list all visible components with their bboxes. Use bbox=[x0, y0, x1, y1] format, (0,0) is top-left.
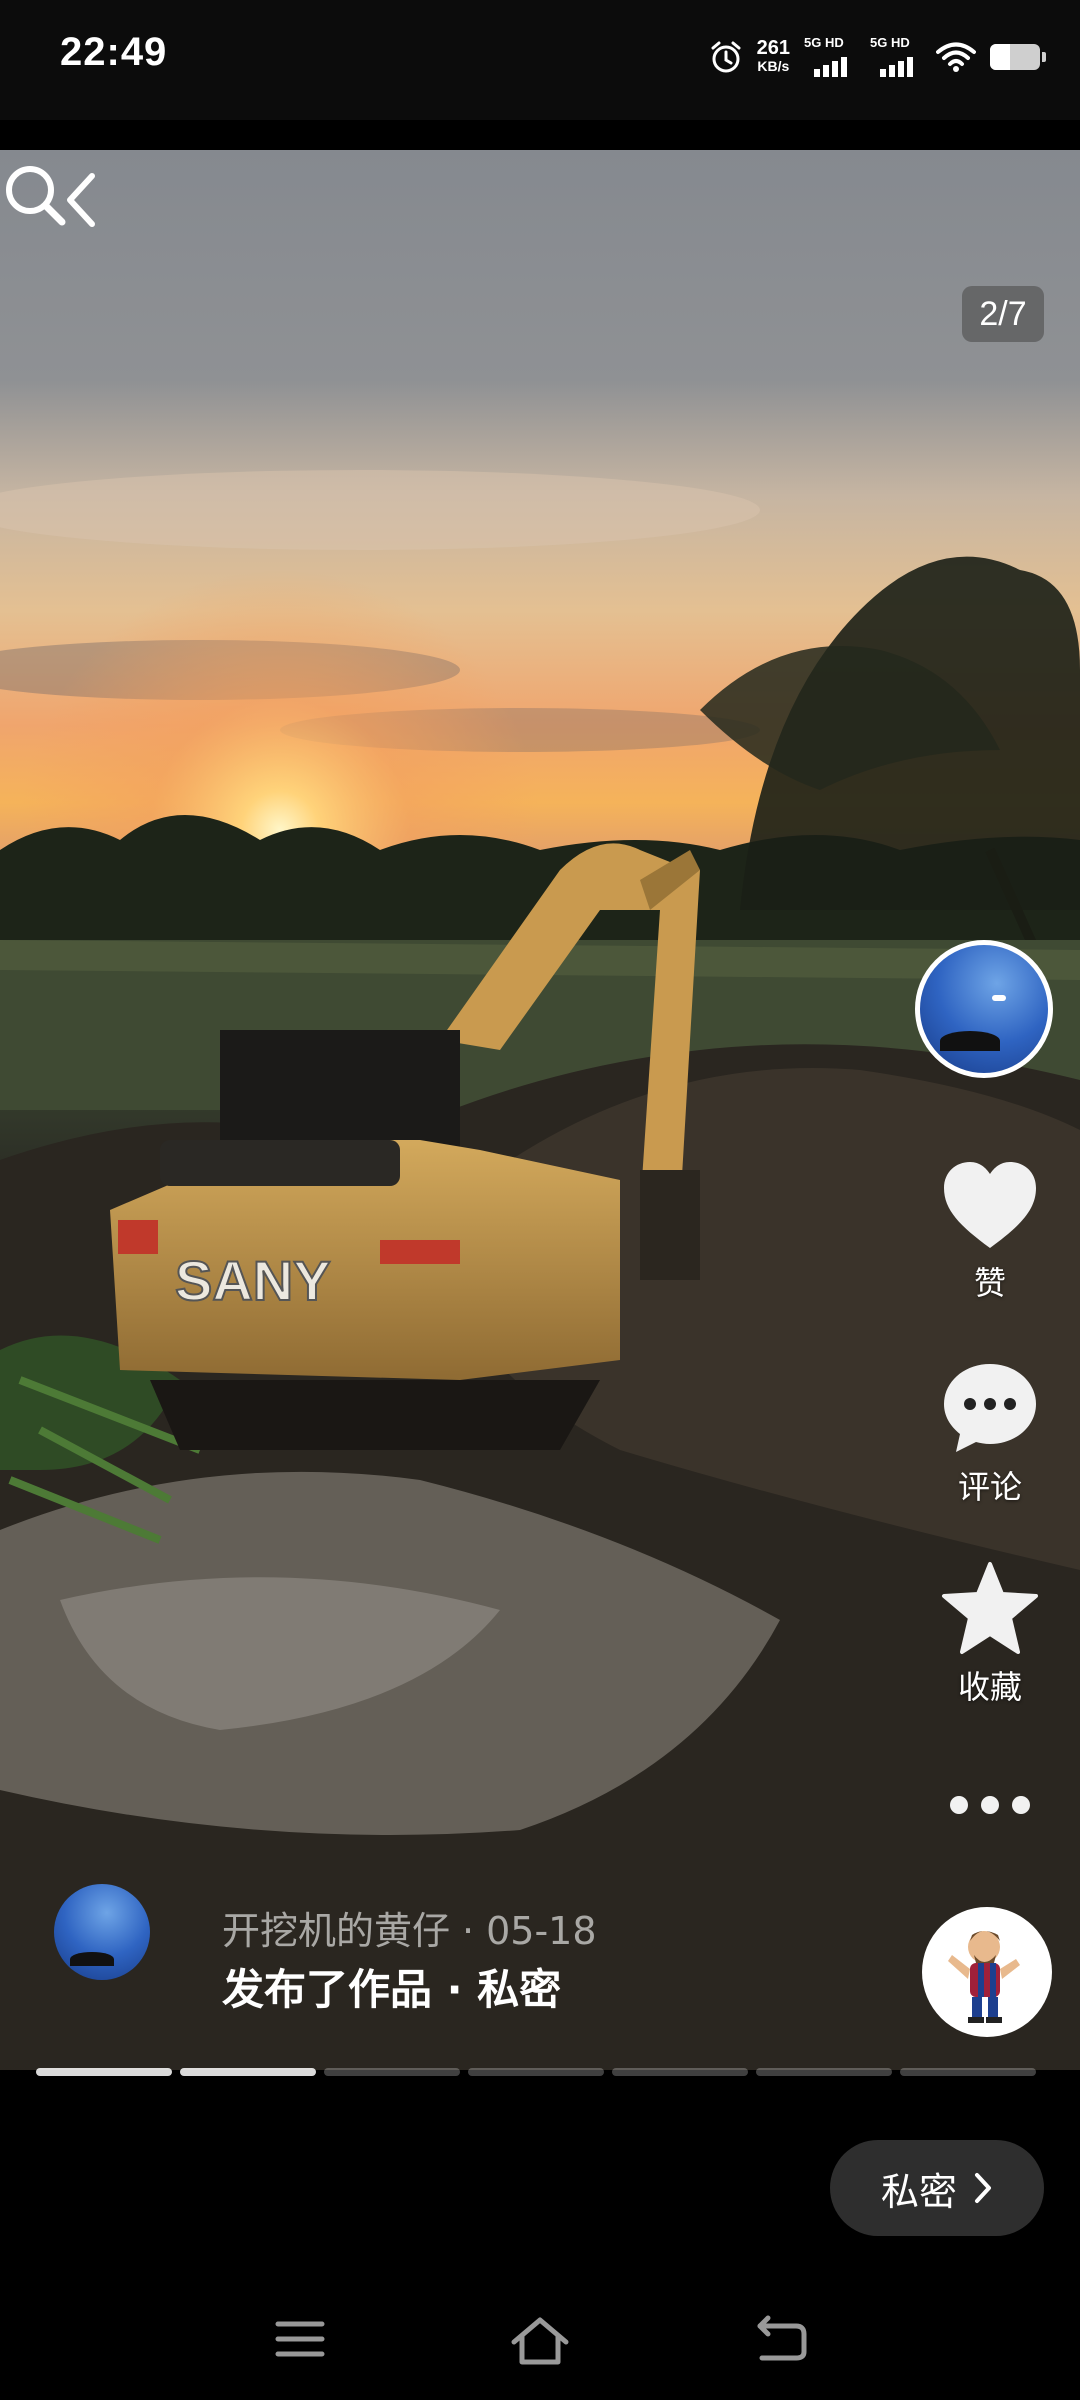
system-nav-bar bbox=[0, 2290, 1080, 2400]
comment-label: 评论 bbox=[957, 1468, 1022, 1506]
favorite-button[interactable]: 收藏 bbox=[925, 1560, 1055, 1708]
status-bar: 22:49 261 KB/s 5G HD 5G HD bbox=[0, 0, 1080, 120]
comment-icon bbox=[944, 1364, 1036, 1452]
signal-icon: 5G HD bbox=[870, 35, 922, 79]
comment-button[interactable]: 评论 bbox=[925, 1360, 1055, 1508]
network-speed-unit: KB/s bbox=[757, 58, 790, 74]
author-profile-avatar[interactable] bbox=[915, 940, 1053, 1078]
author-meta: 开挖机的黄仔 · 05-18 bbox=[222, 1900, 597, 1955]
progress-segment bbox=[612, 2068, 748, 2076]
post-status: 发布了作品 · 私密 bbox=[222, 1965, 562, 2014]
progress-segment bbox=[36, 2068, 172, 2076]
star-icon bbox=[942, 1562, 1038, 1654]
author-avatar[interactable] bbox=[54, 1884, 150, 1980]
status-time: 22:49 bbox=[60, 30, 168, 74]
wifi-icon bbox=[936, 42, 976, 72]
sim2-label: 5G HD bbox=[870, 35, 910, 50]
svg-text:SANY: SANY bbox=[175, 1249, 331, 1312]
privacy-label: 私密 bbox=[880, 2169, 957, 2214]
favorite-label: 收藏 bbox=[957, 1668, 1022, 1706]
progress-segment bbox=[756, 2068, 892, 2076]
menu-icon[interactable] bbox=[272, 2314, 328, 2364]
heart-icon bbox=[944, 1162, 1036, 1248]
battery-icon bbox=[990, 44, 1046, 70]
progress-segment bbox=[468, 2068, 604, 2076]
status-icons: 261 KB/s 5G HD 5G HD bbox=[709, 32, 1046, 82]
back-nav-icon[interactable] bbox=[752, 2314, 808, 2364]
cartoon-player-icon bbox=[948, 1931, 1020, 2023]
image-progress bbox=[36, 2068, 1036, 2076]
network-speed-value: 261 bbox=[756, 37, 790, 59]
music-disc[interactable] bbox=[922, 1907, 1052, 2037]
post-photo[interactable]: SANY bbox=[0, 150, 1080, 2070]
post-date: 05-18 bbox=[486, 1909, 597, 1953]
signal-icon: 5G HD bbox=[804, 35, 856, 79]
image-page-counter: 2/7 bbox=[962, 286, 1044, 342]
excavator-sunset-image: SANY bbox=[0, 470, 1080, 2070]
more-icon[interactable] bbox=[945, 1790, 1035, 1820]
network-speed: 261 KB/s bbox=[756, 37, 790, 75]
home-icon[interactable] bbox=[510, 2314, 570, 2368]
progress-segment bbox=[900, 2068, 1036, 2076]
meta-separator: · bbox=[462, 1909, 475, 1953]
like-button[interactable]: 赞 bbox=[925, 1160, 1055, 1304]
like-label: 赞 bbox=[973, 1264, 1006, 1302]
progress-segment bbox=[180, 2068, 316, 2076]
sim1-label: 5G HD bbox=[804, 35, 844, 50]
search-icon[interactable] bbox=[0, 160, 70, 230]
privacy-button[interactable]: 私密 bbox=[830, 2140, 1044, 2236]
progress-segment bbox=[324, 2068, 460, 2076]
chevron-right-icon bbox=[975, 2173, 991, 2203]
alarm-icon bbox=[711, 41, 741, 73]
author-name[interactable]: 开挖机的黄仔 bbox=[222, 1909, 450, 1953]
